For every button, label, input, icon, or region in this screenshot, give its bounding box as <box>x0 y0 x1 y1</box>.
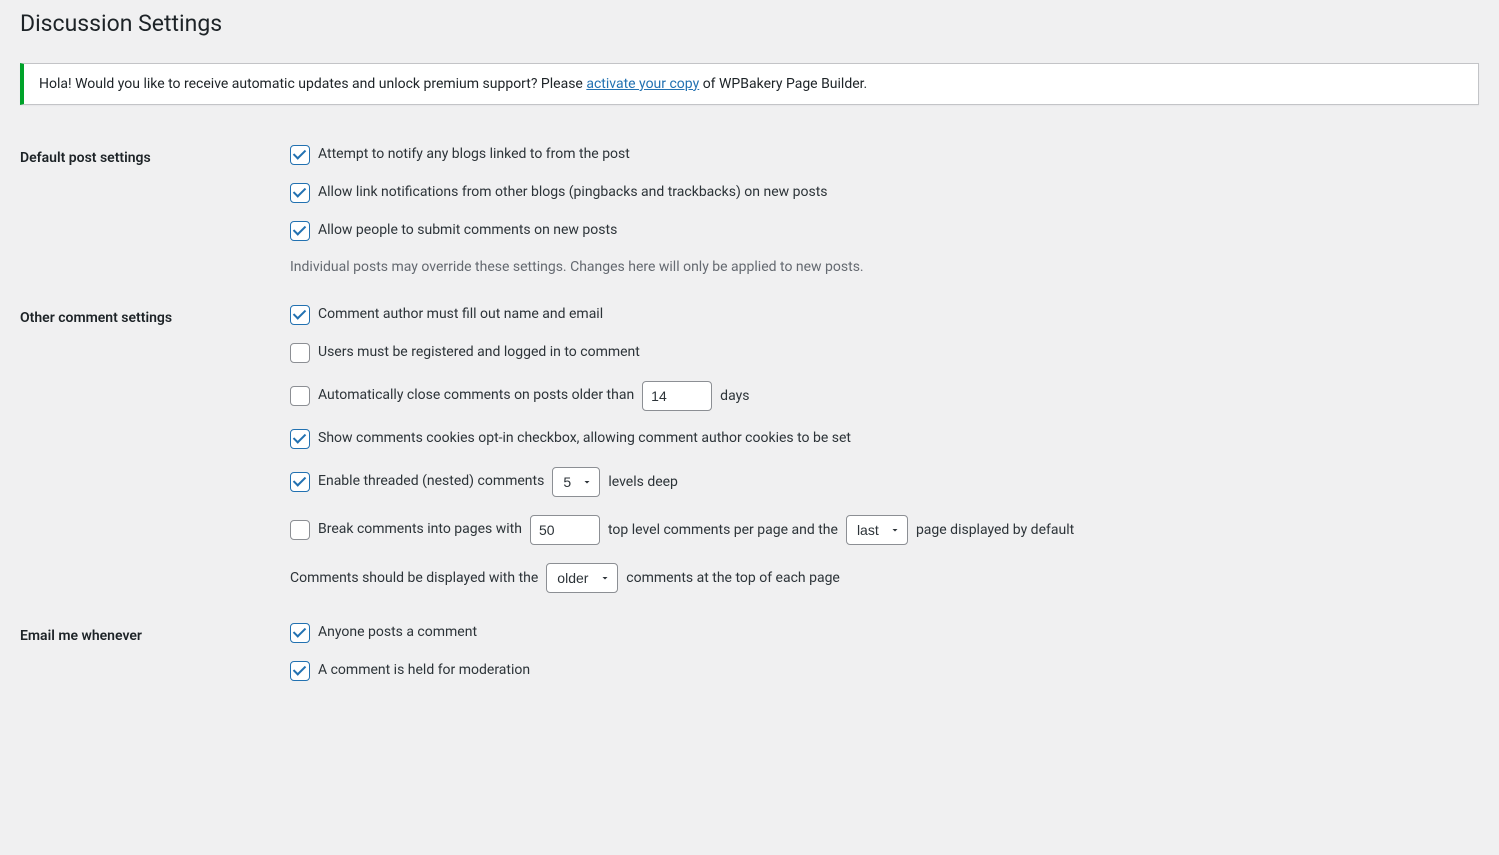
break-pages-mid: top level comments per page and the <box>608 522 838 538</box>
break-pages-prefix: Break comments into pages with <box>318 520 522 540</box>
activation-notice: Hola! Would you like to receive automati… <box>20 63 1479 105</box>
require-registration-checkbox[interactable] <box>290 343 310 363</box>
held-moderation-checkbox[interactable] <box>290 661 310 681</box>
allow-pingbacks-label[interactable]: Allow link notifications from other blog… <box>290 183 828 203</box>
auto-close-suffix: days <box>720 388 749 404</box>
threaded-label[interactable]: Enable threaded (nested) comments <box>290 472 544 492</box>
page-title: Discussion Settings <box>20 0 1479 43</box>
cookies-optin-checkbox[interactable] <box>290 429 310 449</box>
break-pages-default-select[interactable]: last <box>846 515 908 545</box>
default-post-fieldset: Attempt to notify any blogs linked to fr… <box>290 145 1469 275</box>
held-moderation-label[interactable]: A comment is held for moderation <box>290 661 530 681</box>
email-me-fieldset: Anyone posts a comment A comment is held… <box>290 623 1469 681</box>
auto-close-prefix: Automatically close comments on posts ol… <box>318 386 634 406</box>
require-registration-label[interactable]: Users must be registered and logged in t… <box>290 343 640 363</box>
auto-close-label[interactable]: Automatically close comments on posts ol… <box>290 386 634 406</box>
threaded-prefix: Enable threaded (nested) comments <box>318 472 544 492</box>
section-heading-email-me: Email me whenever <box>20 608 280 696</box>
held-moderation-text: A comment is held for moderation <box>318 661 530 681</box>
order-select[interactable]: older <box>546 563 618 593</box>
notify-linked-label[interactable]: Attempt to notify any blogs linked to fr… <box>290 145 630 165</box>
auto-close-days-input[interactable] <box>642 381 712 411</box>
notice-prefix: Hola! Would you like to receive automati… <box>39 76 586 92</box>
section-heading-default-post: Default post settings <box>20 130 280 290</box>
section-heading-other-comment: Other comment settings <box>20 290 280 608</box>
allow-pingbacks-text: Allow link notifications from other blog… <box>318 183 828 203</box>
notify-linked-text: Attempt to notify any blogs linked to fr… <box>318 145 630 165</box>
cookies-optin-label[interactable]: Show comments cookies opt-in checkbox, a… <box>290 429 851 449</box>
break-pages-suffix: page displayed by default <box>916 522 1074 538</box>
order-prefix: Comments should be displayed with the <box>290 570 538 586</box>
anyone-posts-checkbox[interactable] <box>290 623 310 643</box>
notice-suffix: of WPBakery Page Builder. <box>699 76 867 92</box>
anyone-posts-label[interactable]: Anyone posts a comment <box>290 623 477 643</box>
allow-comments-checkbox[interactable] <box>290 221 310 241</box>
order-suffix: comments at the top of each page <box>626 570 840 586</box>
allow-comments-label[interactable]: Allow people to submit comments on new p… <box>290 221 617 241</box>
break-pages-count-input[interactable] <box>530 515 600 545</box>
require-registration-text: Users must be registered and logged in t… <box>318 343 640 363</box>
activate-copy-link[interactable]: activate your copy <box>586 76 699 92</box>
cookies-optin-text: Show comments cookies opt-in checkbox, a… <box>318 429 851 449</box>
require-name-email-text: Comment author must fill out name and em… <box>318 305 603 325</box>
allow-comments-text: Allow people to submit comments on new p… <box>318 221 617 241</box>
threaded-suffix: levels deep <box>608 474 678 490</box>
default-post-note: Individual posts may override these sett… <box>290 259 1469 275</box>
break-pages-label[interactable]: Break comments into pages with <box>290 520 522 540</box>
allow-pingbacks-checkbox[interactable] <box>290 183 310 203</box>
anyone-posts-text: Anyone posts a comment <box>318 623 477 643</box>
notify-linked-checkbox[interactable] <box>290 145 310 165</box>
break-pages-checkbox[interactable] <box>290 520 310 540</box>
other-comment-fieldset: Comment author must fill out name and em… <box>290 305 1469 593</box>
require-name-email-checkbox[interactable] <box>290 305 310 325</box>
auto-close-checkbox[interactable] <box>290 386 310 406</box>
threaded-levels-select[interactable]: 5 <box>552 467 600 497</box>
threaded-checkbox[interactable] <box>290 472 310 492</box>
settings-table: Default post settings Attempt to notify … <box>20 130 1479 696</box>
require-name-email-label[interactable]: Comment author must fill out name and em… <box>290 305 603 325</box>
